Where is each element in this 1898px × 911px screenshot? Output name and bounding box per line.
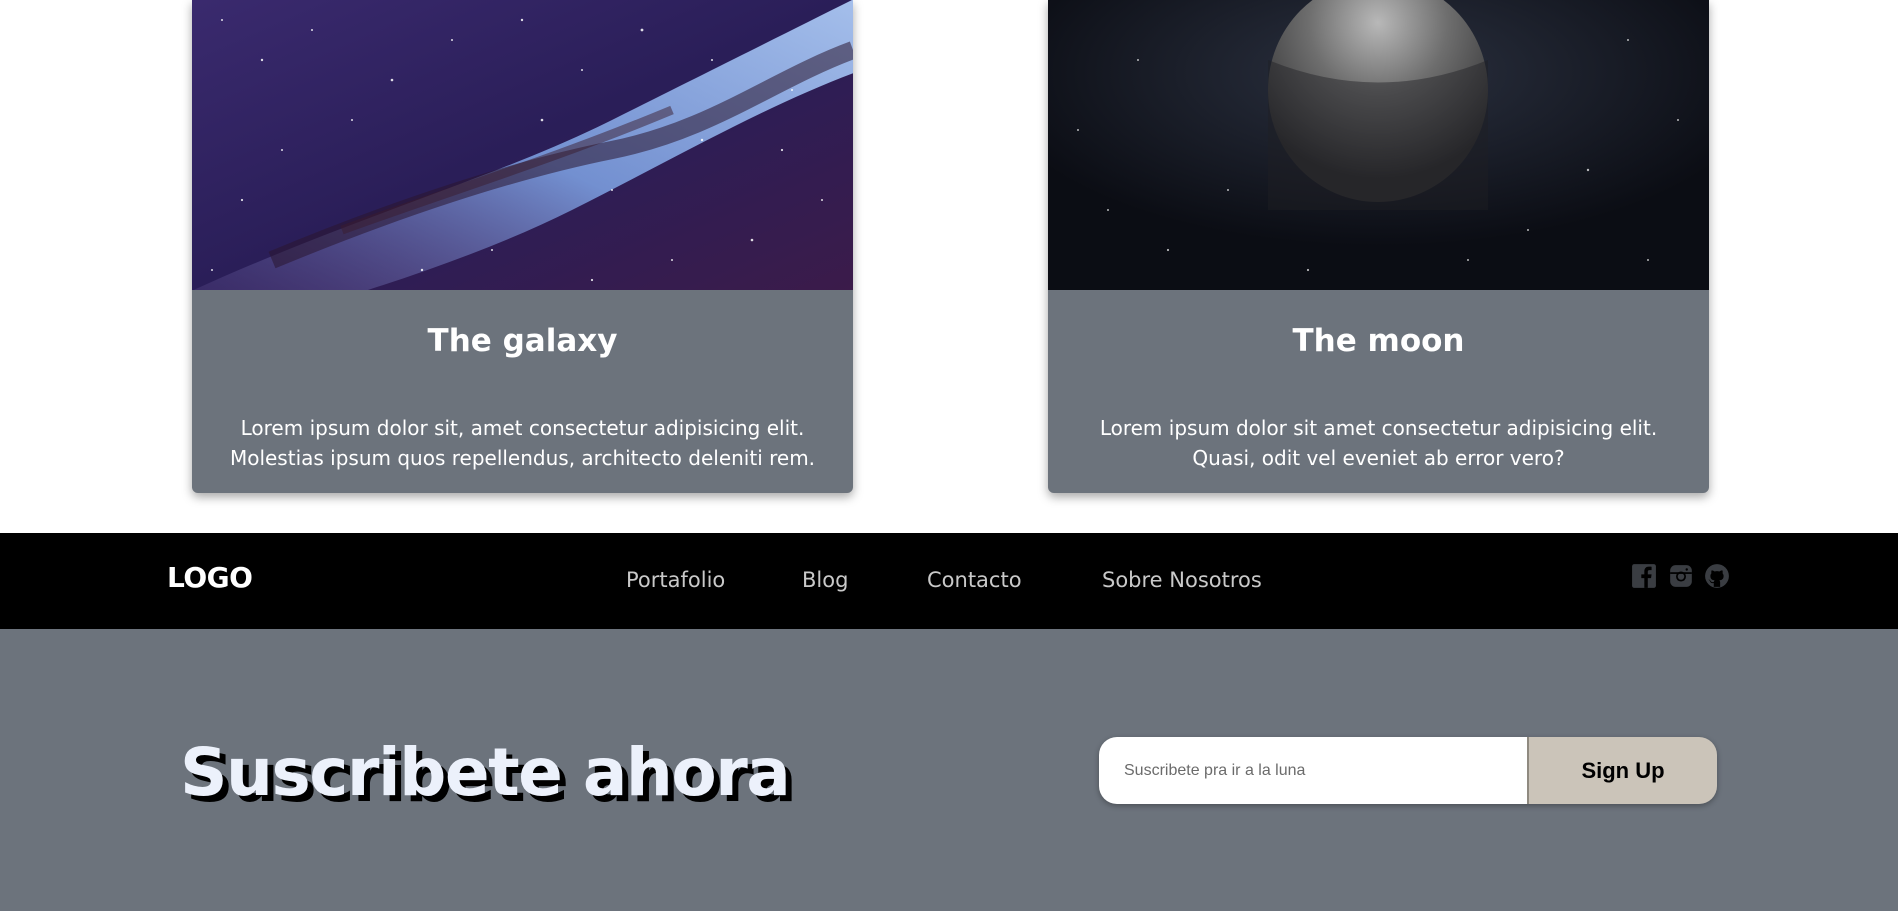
card-title: The moon bbox=[1292, 323, 1465, 359]
card-text: Lorem ipsum dolor sit amet consectetur a… bbox=[1099, 416, 1658, 470]
subscribe-title: Suscribete ahora bbox=[180, 734, 791, 811]
subscribe-section: Suscribete ahora Sign Up bbox=[0, 629, 1898, 911]
footer-navbar: LOGO Portafolio Blog Contacto Sobre Noso… bbox=[0, 533, 1898, 629]
nav-link-contacto[interactable]: Contacto bbox=[927, 568, 1022, 592]
moon-image bbox=[1048, 0, 1709, 290]
nav-link-portafolio[interactable]: Portafolio bbox=[626, 568, 725, 592]
github-icon[interactable] bbox=[1704, 563, 1730, 589]
sign-up-button[interactable]: Sign Up bbox=[1527, 737, 1717, 804]
card-text: Lorem ipsum dolor sit, amet consectetur … bbox=[229, 416, 816, 470]
nav-link-blog[interactable]: Blog bbox=[802, 568, 848, 592]
card-moon: The moon Lorem ipsum dolor sit amet cons… bbox=[1048, 0, 1709, 493]
galaxy-image bbox=[192, 0, 853, 290]
subscribe-form: Sign Up bbox=[1099, 737, 1717, 804]
instagram-icon[interactable] bbox=[1668, 563, 1694, 589]
nav-link-sobre-nosotros[interactable]: Sobre Nosotros bbox=[1102, 568, 1262, 592]
subscribe-email-input[interactable] bbox=[1099, 737, 1527, 804]
card-galaxy: The galaxy Lorem ipsum dolor sit, amet c… bbox=[192, 0, 853, 493]
logo[interactable]: LOGO bbox=[167, 561, 253, 594]
facebook-icon[interactable] bbox=[1631, 563, 1657, 589]
card-title: The galaxy bbox=[427, 323, 618, 359]
